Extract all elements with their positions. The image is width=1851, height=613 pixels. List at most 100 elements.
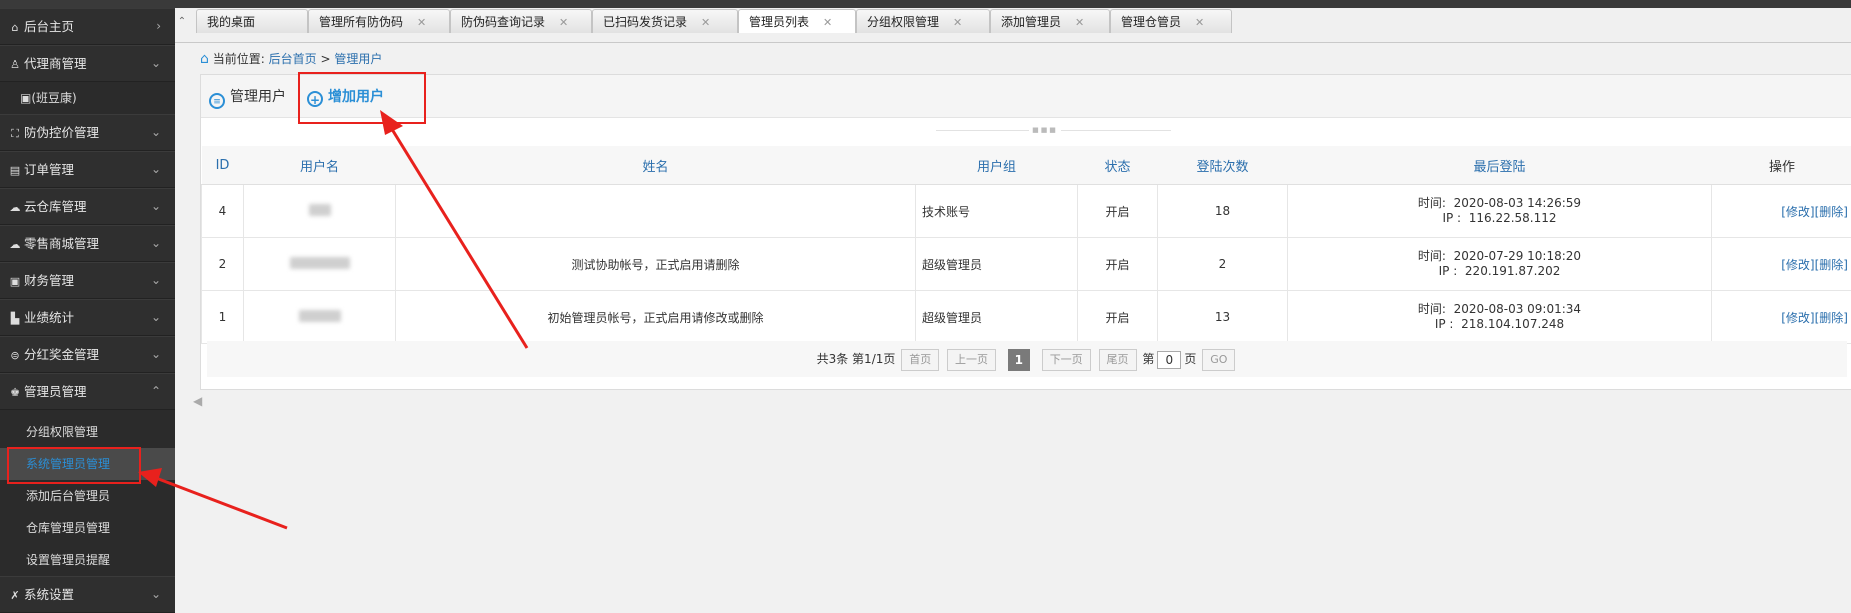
- chevron-down-icon: ⌄: [150, 236, 161, 250]
- sidebar-item-anticounterfeit[interactable]: ⛶ 防伪控价管理 ⌄: [0, 114, 175, 151]
- chevron-up-icon[interactable]: ⌃: [176, 16, 188, 36]
- delete-link[interactable]: [删除]: [1815, 205, 1848, 219]
- chevron-down-icon: ⌄: [150, 162, 161, 176]
- close-icon[interactable]: ✕: [1195, 16, 1204, 29]
- manage-users-button[interactable]: ≡ 管理用户: [209, 87, 286, 109]
- username-redacted: [243, 290, 396, 344]
- chevron-down-icon: ⌄: [150, 587, 161, 601]
- wrench-icon: ✗: [10, 589, 20, 602]
- delete-link[interactable]: [删除]: [1815, 258, 1848, 272]
- page-number-input[interactable]: 0: [1157, 350, 1182, 369]
- chevron-down-icon: ⌄: [150, 347, 161, 361]
- tab-admin-list[interactable]: 管理员列表 ✕: [738, 9, 856, 33]
- breadcrumb-home-link[interactable]: 后台首页: [269, 52, 317, 66]
- finance-icon: ▣: [9, 275, 21, 288]
- sidebar-item-bonus[interactable]: ⊜ 分红奖金管理 ⌄: [0, 336, 175, 373]
- pagination-summary: 共3条 第1/1页: [816, 352, 896, 366]
- home-icon: ⌂: [200, 51, 209, 67]
- edit-link[interactable]: [修改]: [1781, 258, 1814, 272]
- col-group[interactable]: 用户组: [915, 146, 1078, 185]
- close-icon[interactable]: ✕: [823, 16, 832, 29]
- breadcrumb-current: 管理用户: [334, 52, 383, 66]
- sidebar-item-retail-mall[interactable]: ☁ 零售商城管理 ⌄: [0, 225, 175, 262]
- home-icon: ⌂: [11, 21, 19, 34]
- next-page-button[interactable]: 下一页: [1041, 348, 1091, 371]
- sidebar-subitem-warehouse-admins[interactable]: 仓库管理员管理: [0, 512, 175, 544]
- sidebar-subitem-admin-reminders[interactable]: 设置管理员提醒: [0, 544, 175, 576]
- highlight-box-add-user: [298, 72, 426, 124]
- sidebar-item-finance[interactable]: ▣ 财务管理 ⌄: [0, 262, 175, 299]
- bonus-icon: ⊜: [10, 349, 20, 362]
- admin-table: ID 用户名 姓名 用户组 状态 登陆次数 最后登陆 操作 4 技术账号 开启 …: [201, 146, 1851, 344]
- col-status[interactable]: 状态: [1077, 146, 1158, 185]
- go-button[interactable]: GO: [1202, 348, 1236, 371]
- edit-link[interactable]: [修改]: [1781, 205, 1814, 219]
- chevron-right-icon: ›: [156, 19, 161, 33]
- tab-add-admin[interactable]: 添加管理员 ✕: [990, 9, 1110, 33]
- col-login-count[interactable]: 登陆次数: [1157, 146, 1288, 185]
- cloud-icon: ☁: [9, 201, 21, 214]
- close-icon[interactable]: ✕: [1075, 16, 1084, 29]
- col-username[interactable]: 用户名: [243, 146, 396, 185]
- sidebar-item-orders[interactable]: ▤ 订单管理 ⌄: [0, 151, 175, 188]
- last-page-button[interactable]: 尾页: [1098, 348, 1137, 371]
- sidebar-subitem-group-permissions[interactable]: 分组权限管理: [0, 416, 175, 448]
- close-icon[interactable]: ✕: [417, 16, 426, 29]
- chart-icon: ▙: [10, 312, 20, 325]
- tab-warehouse-admins[interactable]: 管理仓管员 ✕: [1110, 9, 1232, 33]
- order-icon: ▤: [9, 164, 21, 177]
- table-row: 4 技术账号 开启 18 时间: 2020-08-03 14:26:59 IP …: [201, 184, 1851, 238]
- first-page-button[interactable]: 首页: [901, 348, 940, 371]
- table-header-row: ID 用户名 姓名 用户组 状态 登陆次数 最后登陆 操作: [201, 146, 1851, 185]
- chevron-down-icon: ⌄: [150, 273, 161, 287]
- highlight-box-system-admins: [7, 447, 141, 484]
- top-strip: [0, 0, 1851, 8]
- prev-page-button[interactable]: 上一页: [947, 348, 997, 371]
- sidebar-item-cloud-warehouse[interactable]: ☁ 云仓库管理 ⌄: [0, 188, 175, 225]
- col-id[interactable]: ID: [201, 146, 244, 185]
- sidebar-item-home[interactable]: ⌂ 后台主页 ›: [0, 8, 175, 45]
- chevron-down-icon: ⌄: [150, 125, 161, 139]
- agent-submenu: ▣(班豆康): [0, 82, 175, 114]
- username-redacted: [243, 237, 396, 291]
- edit-link[interactable]: [修改]: [1781, 311, 1814, 325]
- admin-submenu: 分组权限管理 系统管理员管理 添加后台管理员 仓库管理员管理 设置管理员提醒: [0, 410, 175, 576]
- row-actions: [修改][删除]: [1711, 184, 1851, 238]
- close-icon[interactable]: ✕: [701, 16, 710, 29]
- chevron-up-icon: ⌃: [150, 384, 161, 398]
- last-login-cell: 时间: 2020-08-03 09:01:34 IP : 218.104.107…: [1287, 290, 1712, 344]
- list-icon: ≡: [209, 93, 225, 109]
- sidebar-item-system-settings[interactable]: ✗ 系统设置 ⌄: [0, 576, 175, 613]
- close-icon[interactable]: ✕: [953, 16, 962, 29]
- grip-icon: ■■■: [1029, 127, 1061, 134]
- username-redacted: [243, 184, 396, 238]
- sidebar-item-agents[interactable]: ♙ 代理商管理 ⌄: [0, 45, 175, 82]
- tab-group-permissions[interactable]: 分组权限管理 ✕: [856, 9, 990, 33]
- tab-code-query-log[interactable]: 防伪码查询记录 ✕: [450, 9, 592, 33]
- splitter[interactable]: ■■■: [201, 127, 1851, 134]
- col-name[interactable]: 姓名: [395, 146, 916, 185]
- chevron-down-icon: ⌄: [150, 199, 161, 213]
- tab-all-codes[interactable]: 管理所有防伪码 ✕: [308, 9, 450, 33]
- chevron-down-icon: ⌄: [150, 56, 161, 70]
- table-row: 1 初始管理员帐号，正式启用请修改或删除 超级管理员 开启 13 时间: 202…: [201, 290, 1851, 344]
- current-page[interactable]: 1: [1007, 348, 1030, 371]
- tab-desktop[interactable]: 我的桌面: [196, 9, 308, 33]
- content-panel: ≡ 管理用户 + 增加用户 ■■■ ID 用户名 姓名 用户组 状态 登陆次数 最后…: [200, 74, 1851, 390]
- sidebar-subitem-agent[interactable]: ▣(班豆康): [0, 82, 175, 114]
- sidebar-item-performance[interactable]: ▙ 业绩统计 ⌄: [0, 299, 175, 336]
- user-icon: ♙: [10, 58, 20, 71]
- breadcrumb: ⌂ 当前位置: 后台首页 > 管理用户: [200, 51, 383, 67]
- delete-link[interactable]: [删除]: [1815, 311, 1848, 325]
- row-actions: [修改][删除]: [1711, 290, 1851, 344]
- sidebar-item-admin[interactable]: ♚ 管理员管理 ⌃: [0, 373, 175, 410]
- col-actions: 操作: [1711, 146, 1851, 185]
- store-icon: ☁: [9, 238, 21, 251]
- sidebar-subitem-add-admin[interactable]: 添加后台管理员: [0, 480, 175, 512]
- close-icon[interactable]: ✕: [559, 16, 568, 29]
- collapse-sidebar-icon[interactable]: ◀: [193, 394, 202, 408]
- last-login-cell: 时间: 2020-08-03 14:26:59 IP : 116.22.58.1…: [1287, 184, 1712, 238]
- pagination: 共3条 第1/1页 首页 上一页 1 下一页 尾页 第0页 GO: [207, 341, 1847, 377]
- col-last-login[interactable]: 最后登陆: [1287, 146, 1712, 185]
- tab-scanned-shipping[interactable]: 已扫码发货记录 ✕: [592, 9, 738, 33]
